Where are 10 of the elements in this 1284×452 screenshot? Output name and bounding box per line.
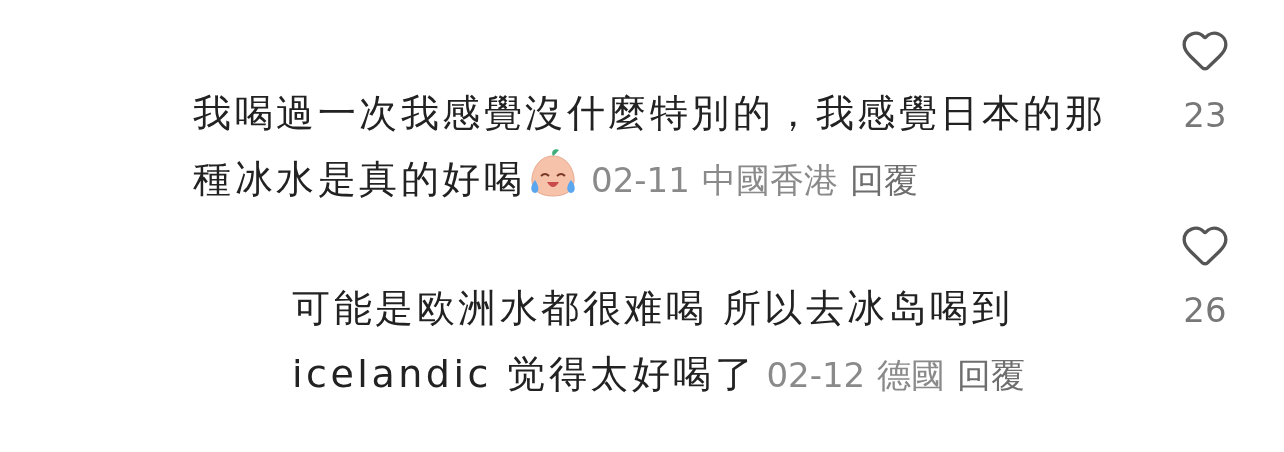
comment-location: 德國 [877,355,946,395]
comment-date: 02-11 [591,160,690,200]
reply-button[interactable]: 回覆 [849,147,918,213]
reply-button[interactable]: 回覆 [957,342,1026,408]
comment-text: 我喝過一次我感覺沒什麼特別的，我感覺日本的那種冰水是真的好喝 02-11 中國香港 回覆 [193,80,1128,213]
comment-date: 02-12 [766,355,866,395]
comment-location: 中國香港 [701,160,838,200]
like-count: 23 [1183,94,1227,137]
comment-text: 可能是欧洲水都很难喝 所以去冰岛喝到icelandic 觉得太好喝了 02-12 德國 回覆 [292,275,1037,408]
like-count: 26 [1183,289,1227,332]
